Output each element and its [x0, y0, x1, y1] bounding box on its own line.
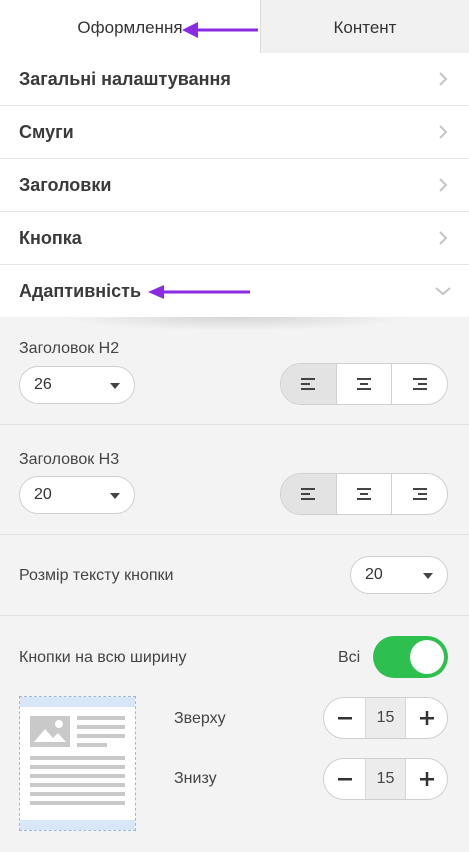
h2-align-right-button[interactable] [391, 364, 447, 404]
tab-content[interactable]: Контент [260, 0, 469, 53]
plus-icon [419, 711, 434, 725]
button-text-size-value: 20 [365, 566, 383, 583]
h2-label: Заголовок H2 [19, 340, 120, 357]
section-h3: Заголовок H3 20 [0, 424, 469, 534]
accordion-item-button[interactable]: Кнопка [0, 211, 469, 264]
accordion-item-label: Загальні налаштування [19, 69, 231, 89]
accordion-item-general[interactable]: Загальні налаштування [0, 53, 469, 105]
padding-top-stepper: 15 [323, 697, 448, 739]
button-text-size-label: Розмір тексту кнопки [19, 567, 174, 584]
padding-top-label: Зверху [174, 710, 226, 727]
annotation-arrow-icon [182, 22, 258, 38]
align-center-icon [357, 378, 371, 390]
h3-align-right-button[interactable] [391, 474, 447, 514]
chevron-right-icon [439, 231, 448, 245]
padding-top-increment-button[interactable] [406, 698, 447, 738]
h2-size-value: 26 [34, 376, 52, 393]
h2-size-select[interactable]: 26 [19, 366, 135, 404]
padding-top-decrement-button[interactable] [324, 698, 365, 738]
caret-down-icon [110, 383, 120, 389]
preview-image-icon [30, 716, 125, 805]
tab-design-label: Оформлення [77, 18, 183, 37]
h3-align-left-button[interactable] [281, 474, 336, 514]
h3-align-center-button[interactable] [335, 474, 392, 514]
h2-alignment-group [280, 363, 448, 405]
tab-bar: Оформлення Контент [0, 0, 469, 53]
h3-size-value: 20 [34, 486, 52, 503]
accordion-item-label: Кнопка [19, 228, 82, 248]
align-right-icon [412, 378, 427, 390]
full-width-toggle[interactable] [373, 636, 448, 678]
padding-bottom-increment-button[interactable] [406, 759, 447, 799]
accordion-item-stripes[interactable]: Смуги [0, 105, 469, 158]
padding-bottom-label: Знизу [174, 770, 217, 787]
accordion-item-adaptive[interactable]: Адаптивність [0, 264, 469, 317]
caret-down-icon [423, 573, 433, 579]
toggle-knob [410, 640, 444, 674]
padding-top-value[interactable]: 15 [365, 698, 406, 738]
button-text-size-select[interactable]: 20 [350, 556, 448, 594]
chevron-down-icon [435, 287, 451, 296]
h2-align-center-button[interactable] [335, 364, 392, 404]
chevron-right-icon [439, 72, 448, 86]
accordion-item-label: Адаптивність [19, 281, 142, 301]
chevron-right-icon [439, 125, 448, 139]
h3-label: Заголовок H3 [19, 451, 120, 468]
section-button-text-size: Розмір тексту кнопки 20 [0, 534, 469, 615]
accordion-item-label: Заголовки [19, 175, 112, 195]
align-right-icon [412, 488, 427, 500]
annotation-arrow-icon [148, 285, 250, 299]
layout-preview [19, 696, 136, 831]
full-width-value-label: Всі [338, 649, 361, 666]
accordion-item-headings[interactable]: Заголовки [0, 158, 469, 211]
padding-bottom-value[interactable]: 15 [365, 759, 406, 799]
h3-alignment-group [280, 473, 448, 515]
chevron-right-icon [439, 178, 448, 192]
full-width-label: Кнопки на всю ширину [19, 649, 187, 666]
align-left-icon [301, 488, 316, 500]
padding-bottom-stepper: 15 [323, 758, 448, 800]
h2-align-left-button[interactable] [281, 364, 336, 404]
align-left-icon [301, 378, 316, 390]
align-center-icon [357, 488, 371, 500]
minus-icon [337, 717, 352, 720]
settings-accordion: Загальні налаштування Смуги Заголовки Кн… [0, 53, 469, 317]
accordion-item-label: Смуги [19, 122, 74, 142]
plus-icon [419, 772, 434, 786]
section-h2: Заголовок H2 26 [0, 317, 469, 423]
caret-down-icon [110, 493, 120, 499]
padding-bottom-decrement-button[interactable] [324, 759, 365, 799]
h3-size-select[interactable]: 20 [19, 476, 135, 514]
tab-content-label: Контент [333, 18, 397, 37]
minus-icon [337, 778, 352, 781]
